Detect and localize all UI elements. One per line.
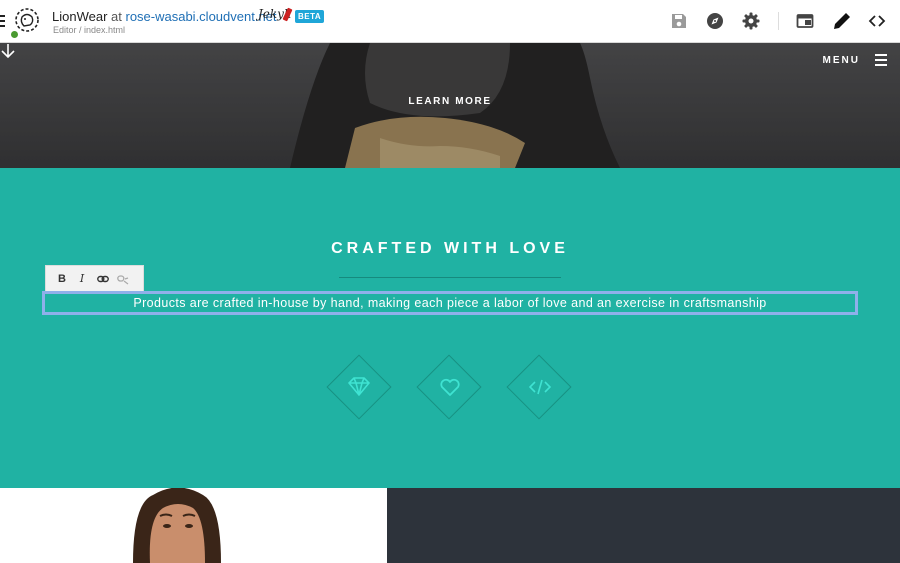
code-brackets-icon (528, 379, 552, 395)
gear-icon[interactable] (742, 12, 760, 30)
breadcrumb: Editor / index.html (53, 25, 126, 35)
pencil-icon[interactable] (832, 11, 852, 31)
arrow-down-icon[interactable] (0, 43, 16, 59)
compass-icon[interactable] (706, 12, 724, 30)
section-body-text[interactable]: Products are crafted in-house by hand, m… (0, 296, 900, 310)
link-icon[interactable] (97, 273, 109, 285)
site-name[interactable]: LionWear (52, 9, 107, 24)
code-icon[interactable] (868, 12, 886, 30)
hamburger-menu-icon[interactable] (0, 15, 5, 27)
heart-icon (440, 378, 460, 396)
product-image-panel (0, 488, 387, 563)
toolbar-separator (778, 12, 779, 30)
model-portrait-image (133, 488, 221, 563)
learn-more-link[interactable]: LEARN MORE (0, 96, 900, 107)
bold-button[interactable]: B (56, 273, 68, 285)
text-format-toolbar: B I (45, 265, 144, 292)
italic-button[interactable]: I (76, 273, 88, 285)
menu-link[interactable]: MENU (823, 55, 860, 66)
hero-section: MENU LEARN MORE (0, 43, 900, 168)
site-at: at (107, 9, 126, 24)
editor-toolbar: LionWear at rose-wasabi.cloudvent.net Je… (0, 0, 900, 43)
beta-badge: BETA (295, 10, 325, 23)
site-title: LionWear at rose-wasabi.cloudvent.net (52, 9, 277, 24)
section-heading: CRAFTED WITH LOVE (331, 240, 569, 257)
heading-divider (339, 277, 561, 278)
site-host-link[interactable]: rose-wasabi.cloudvent.net (125, 9, 276, 24)
dark-content-panel (387, 488, 900, 563)
menu-icon[interactable] (875, 54, 887, 69)
features-section: CRAFTED WITH LOVE B I Products are craft… (0, 168, 900, 488)
layout-icon[interactable] (796, 12, 814, 30)
diamond-gem-icon (348, 377, 370, 396)
unlink-icon[interactable] (117, 273, 129, 285)
status-ok-icon (10, 30, 19, 39)
save-icon[interactable] (670, 12, 688, 30)
